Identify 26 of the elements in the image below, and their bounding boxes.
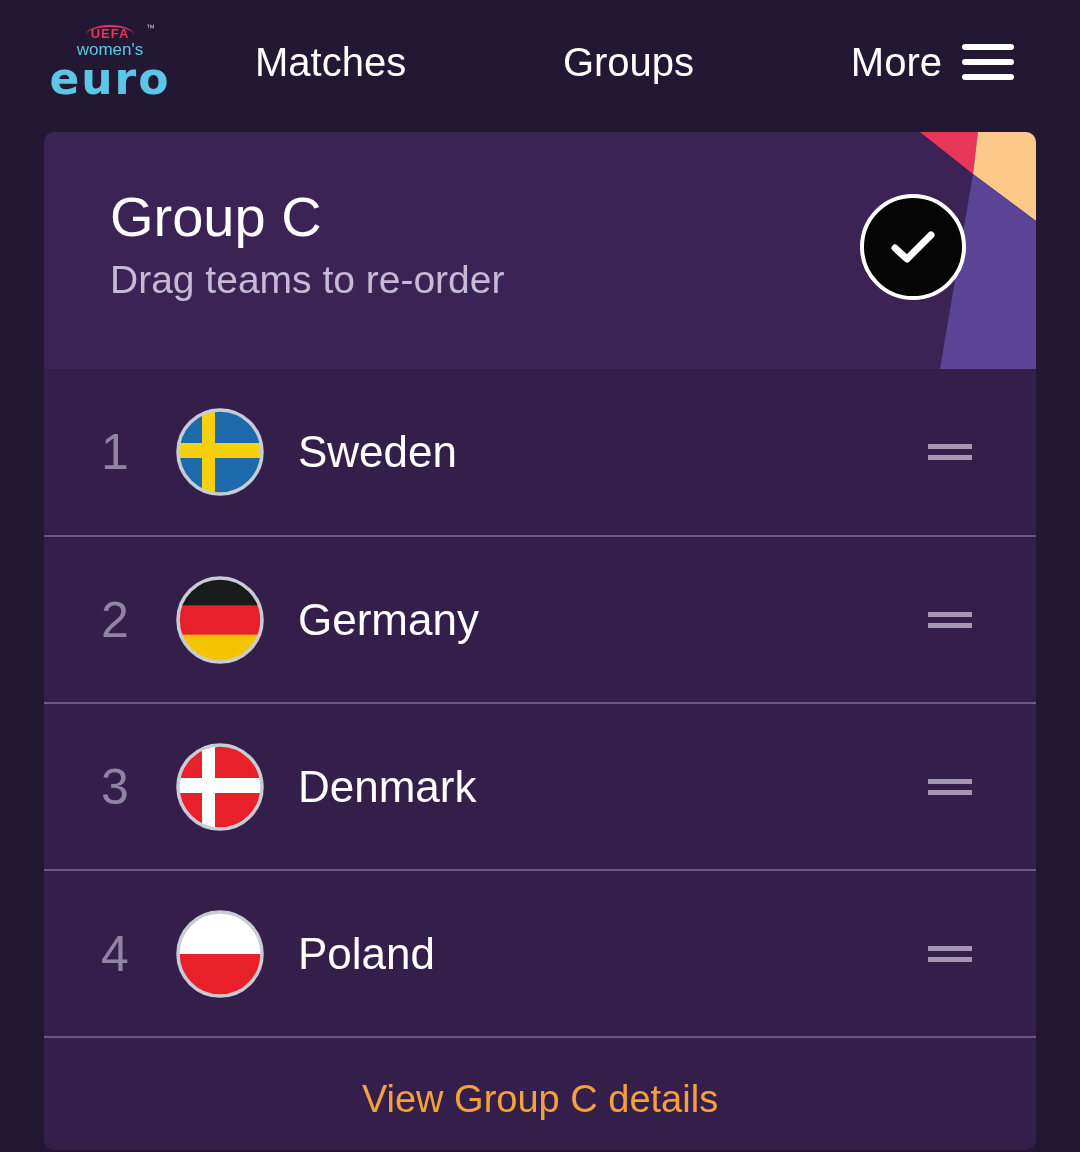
group-title: Group C <box>110 184 323 249</box>
drag-handle-icon[interactable] <box>928 611 972 628</box>
logo-tagline: women's <box>76 41 144 59</box>
team-name: Poland <box>298 928 436 979</box>
menu-link[interactable]: More <box>850 39 1014 85</box>
group-subtitle: Drag teams to re-order <box>110 256 506 303</box>
team-name: Sweden <box>298 427 458 477</box>
team-name: Germany <box>298 594 480 645</box>
menu-label: More <box>850 39 942 85</box>
group-details-link[interactable]: View Group C details <box>361 1077 719 1121</box>
decorative-triangle <box>920 132 978 174</box>
drag-handle-icon[interactable] <box>928 444 972 460</box>
checkmark-icon <box>890 229 936 264</box>
drag-handle-icon[interactable] <box>928 778 972 795</box>
nav-link[interactable]: Matches <box>255 39 407 85</box>
team-name: Denmark <box>298 761 478 812</box>
drag-handle-icon[interactable] <box>928 945 972 962</box>
logo-badge: UEFA <box>85 25 135 41</box>
team-rank: 3 <box>100 757 130 816</box>
team-rank: 1 <box>100 423 130 481</box>
logo-wordmark: euro <box>49 59 171 99</box>
team-rank: 2 <box>100 590 130 649</box>
trademark-sign: ™ <box>146 23 155 33</box>
menu-icon[interactable] <box>962 44 1014 80</box>
nav-link[interactable]: Groups <box>562 39 695 85</box>
team-rank: 4 <box>100 924 130 983</box>
